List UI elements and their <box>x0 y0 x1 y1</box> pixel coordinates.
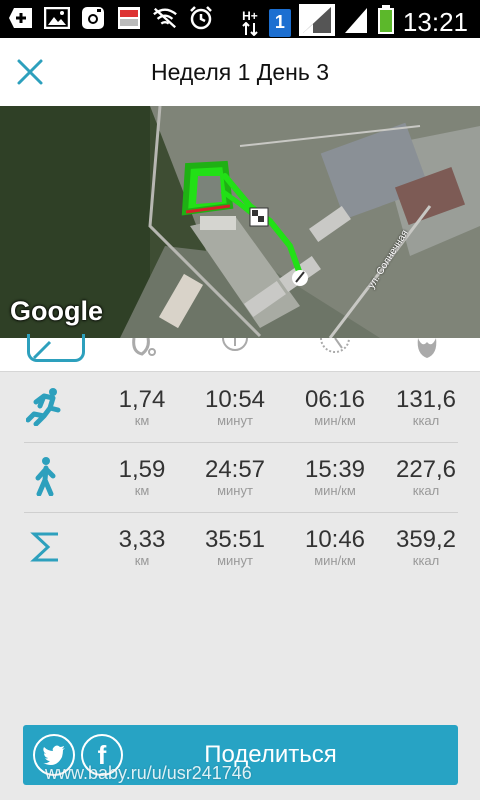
gallery-icon <box>44 5 70 31</box>
duration-value: 35:51 <box>204 526 266 553</box>
google-logo: Google <box>10 296 103 326</box>
distance-unit: км <box>134 483 150 498</box>
distance-unit: км <box>134 413 150 428</box>
calories-cell: 359,2 ккал <box>381 526 471 568</box>
flame-icon <box>417 338 437 358</box>
workout-stats: 1,74 км 10:54 минут 06:16 мин/км 131,6 к… <box>0 372 480 582</box>
calories-unit: ккал <box>412 553 440 568</box>
pace-unit: мин/км <box>314 553 356 568</box>
duration-value: 24:57 <box>204 456 266 483</box>
calories-unit: ккал <box>412 413 440 428</box>
tab-time[interactable] <box>205 338 265 372</box>
pace-cell: 15:39 мин/км <box>290 456 380 498</box>
duration-cell: 35:51 минут <box>190 526 280 568</box>
pace-value: 15:39 <box>304 456 366 483</box>
network-type: H+ <box>242 8 258 23</box>
app-icon <box>116 5 142 31</box>
duration-unit: минут <box>217 553 253 568</box>
route-icon <box>132 338 156 356</box>
notification-icons <box>8 5 214 31</box>
wifi-off-icon <box>152 5 178 31</box>
pace-unit: мин/км <box>314 483 356 498</box>
tab-notes[interactable] <box>13 334 85 372</box>
signal-icon <box>298 4 335 41</box>
system-icons: H+ 1 13:21 <box>239 4 468 41</box>
distance-value: 1,59 <box>118 456 166 483</box>
speedometer-icon <box>320 338 350 353</box>
calories-value: 131,6 <box>395 386 457 413</box>
pace-cell: 06:16 мин/км <box>290 386 380 428</box>
calories-cell: 131,6 ккал <box>381 386 471 428</box>
network-icon: H+ <box>239 10 261 36</box>
edit-icon <box>32 340 52 360</box>
route-map[interactable]: Google <box>0 106 480 338</box>
calories-cell: 227,6 ккал <box>381 456 471 498</box>
calories-unit: ккал <box>412 483 440 498</box>
distance-value: 1,74 <box>118 386 166 413</box>
distance-cell: 3,33 км <box>97 526 187 568</box>
clock: 13:21 <box>402 7 468 37</box>
tab-route[interactable] <box>113 338 173 372</box>
run-icon <box>26 388 61 426</box>
duration-unit: минут <box>217 483 253 498</box>
pace-unit: мин/км <box>314 413 356 428</box>
stats-row-run: 1,74 км 10:54 минут 06:16 мин/км 131,6 к… <box>0 372 480 442</box>
duration-cell: 24:57 минут <box>190 456 280 498</box>
sim-icon: 1 <box>268 8 291 37</box>
add-icon <box>8 5 34 31</box>
calories-value: 359,2 <box>395 526 457 553</box>
page-title: Неделя 1 День 3 <box>150 59 330 85</box>
tab-pace[interactable] <box>305 338 365 372</box>
duration-value: 10:54 <box>204 386 266 413</box>
duration-cell: 10:54 минут <box>190 386 280 428</box>
pace-cell: 10:46 мин/км <box>290 526 380 568</box>
stopwatch-icon <box>222 338 248 351</box>
pace-value: 06:16 <box>304 386 366 413</box>
tab-calories[interactable] <box>397 338 457 372</box>
sigma-icon <box>30 532 58 562</box>
distance-cell: 1,59 км <box>97 456 187 498</box>
tab-bar <box>0 334 480 372</box>
alarm-icon <box>188 5 214 31</box>
signal-icon <box>343 6 369 39</box>
distance-unit: км <box>134 553 150 568</box>
calories-value: 227,6 <box>395 456 457 483</box>
battery-icon <box>377 5 395 40</box>
duration-unit: минут <box>217 413 253 428</box>
sim-badge: 1 <box>274 12 285 32</box>
walk-icon <box>35 457 56 496</box>
status-bar: H+ 1 13:21 <box>0 0 480 38</box>
distance-cell: 1,74 км <box>97 386 187 428</box>
watermark: www.baby.ru/u/usr241746 <box>45 763 252 783</box>
stats-row-walk: 1,59 км 24:57 минут 15:39 мин/км 227,6 к… <box>0 442 480 512</box>
header: Неделя 1 День 3 <box>0 38 480 106</box>
distance-value: 3,33 <box>118 526 166 553</box>
stats-row-total: 3,33 км 35:51 минут 10:46 мин/км 359,2 к… <box>0 512 480 582</box>
pace-value: 10:46 <box>304 526 366 553</box>
instagram-icon <box>80 5 106 31</box>
